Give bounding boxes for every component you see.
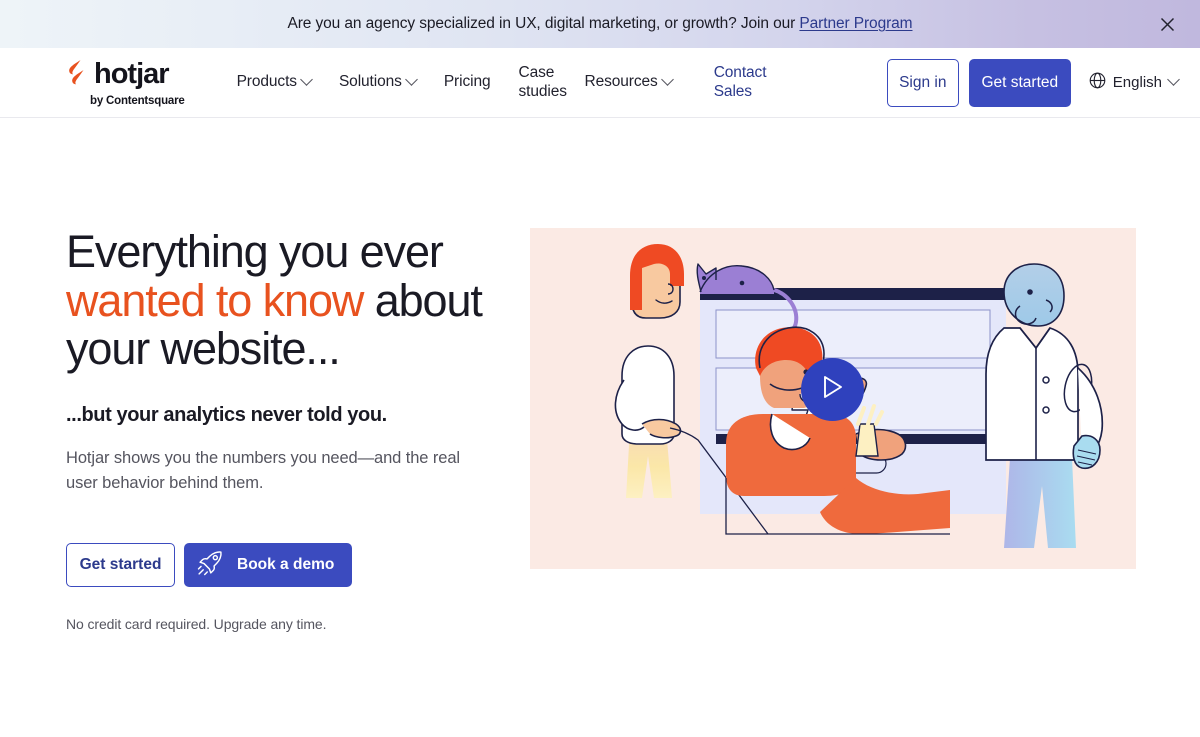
logo[interactable]: hotjar by Contentsquare — [66, 58, 185, 107]
hero-content: Everything you ever wanted to know about… — [66, 226, 506, 632]
hero-illustration — [530, 228, 1136, 569]
nav-item-label: Solutions — [338, 73, 402, 91]
nav-item-solutions[interactable]: Solutions — [325, 67, 430, 97]
nav-item-label: Resources — [584, 73, 658, 91]
nav-item-label: Contact Sales — [713, 64, 767, 100]
hotjar-flame-icon — [66, 58, 88, 91]
hero-fineprint: No credit card required. Upgrade any tim… — [66, 615, 327, 632]
announcement-banner: Are you an agency specialized in UX, dig… — [0, 0, 1200, 48]
close-icon[interactable] — [1154, 11, 1180, 37]
hero-section: Everything you ever wanted to know about… — [0, 226, 1200, 632]
hero-cta-row: Get started Book a demo — [66, 542, 506, 587]
sign-in-button[interactable]: Sign in — [886, 58, 959, 107]
rocket-icon — [197, 549, 224, 581]
play-video-button[interactable] — [801, 358, 864, 421]
hero-media — [530, 228, 1136, 569]
hero-body-text: Hotjar shows you the numbers you need—an… — [66, 448, 460, 493]
nav-item-case-studies[interactable]: Case studies — [505, 58, 571, 107]
main-navigation: Products Solutions Pricing Case studies … — [223, 58, 887, 107]
logo-row: hotjar — [66, 58, 185, 91]
site-header: hotjar by Contentsquare Products Solutio… — [0, 48, 1200, 118]
hero-subheading: ...but your analytics never told you. — [66, 403, 387, 426]
nav-item-label: Products — [236, 73, 297, 91]
page-title: Everything you ever wanted to know about… — [66, 226, 506, 374]
language-label: English — [1112, 74, 1162, 91]
logo-wordmark: hotjar — [94, 58, 170, 90]
book-a-demo-label: Book a demo — [237, 555, 335, 573]
chevron-down-icon — [404, 73, 418, 86]
nav-item-label: Pricing — [443, 73, 491, 91]
nav-item-resources[interactable]: Resources — [571, 67, 686, 97]
get-started-button-header[interactable]: Get started — [968, 58, 1071, 107]
chevron-down-icon — [660, 73, 674, 86]
nav-item-label: Case studies — [518, 64, 568, 100]
logo-tagline: by Contentsquare — [90, 95, 185, 107]
headline-accent: wanted to know — [66, 274, 364, 326]
headline-part-1: Everything you ever — [66, 226, 444, 277]
partner-program-link[interactable]: Partner Program — [799, 15, 912, 32]
announcement-message: Are you an agency specialized in UX, dig… — [287, 15, 800, 32]
chevron-down-icon — [300, 73, 313, 86]
nav-item-contact-sales[interactable]: Contact Sales — [700, 58, 778, 107]
announcement-text: Are you an agency specialized in UX, dig… — [287, 15, 912, 33]
chevron-down-icon — [1167, 73, 1180, 86]
play-icon — [821, 374, 845, 405]
nav-item-products[interactable]: Products — [223, 67, 325, 97]
globe-icon — [1089, 72, 1106, 93]
header-actions: Sign in Get started English — [886, 58, 1180, 107]
nav-item-pricing[interactable]: Pricing — [430, 67, 505, 97]
get-started-button-hero[interactable]: Get started — [66, 542, 175, 587]
book-a-demo-button[interactable]: Book a demo — [184, 542, 353, 587]
language-selector[interactable]: English — [1089, 72, 1180, 93]
